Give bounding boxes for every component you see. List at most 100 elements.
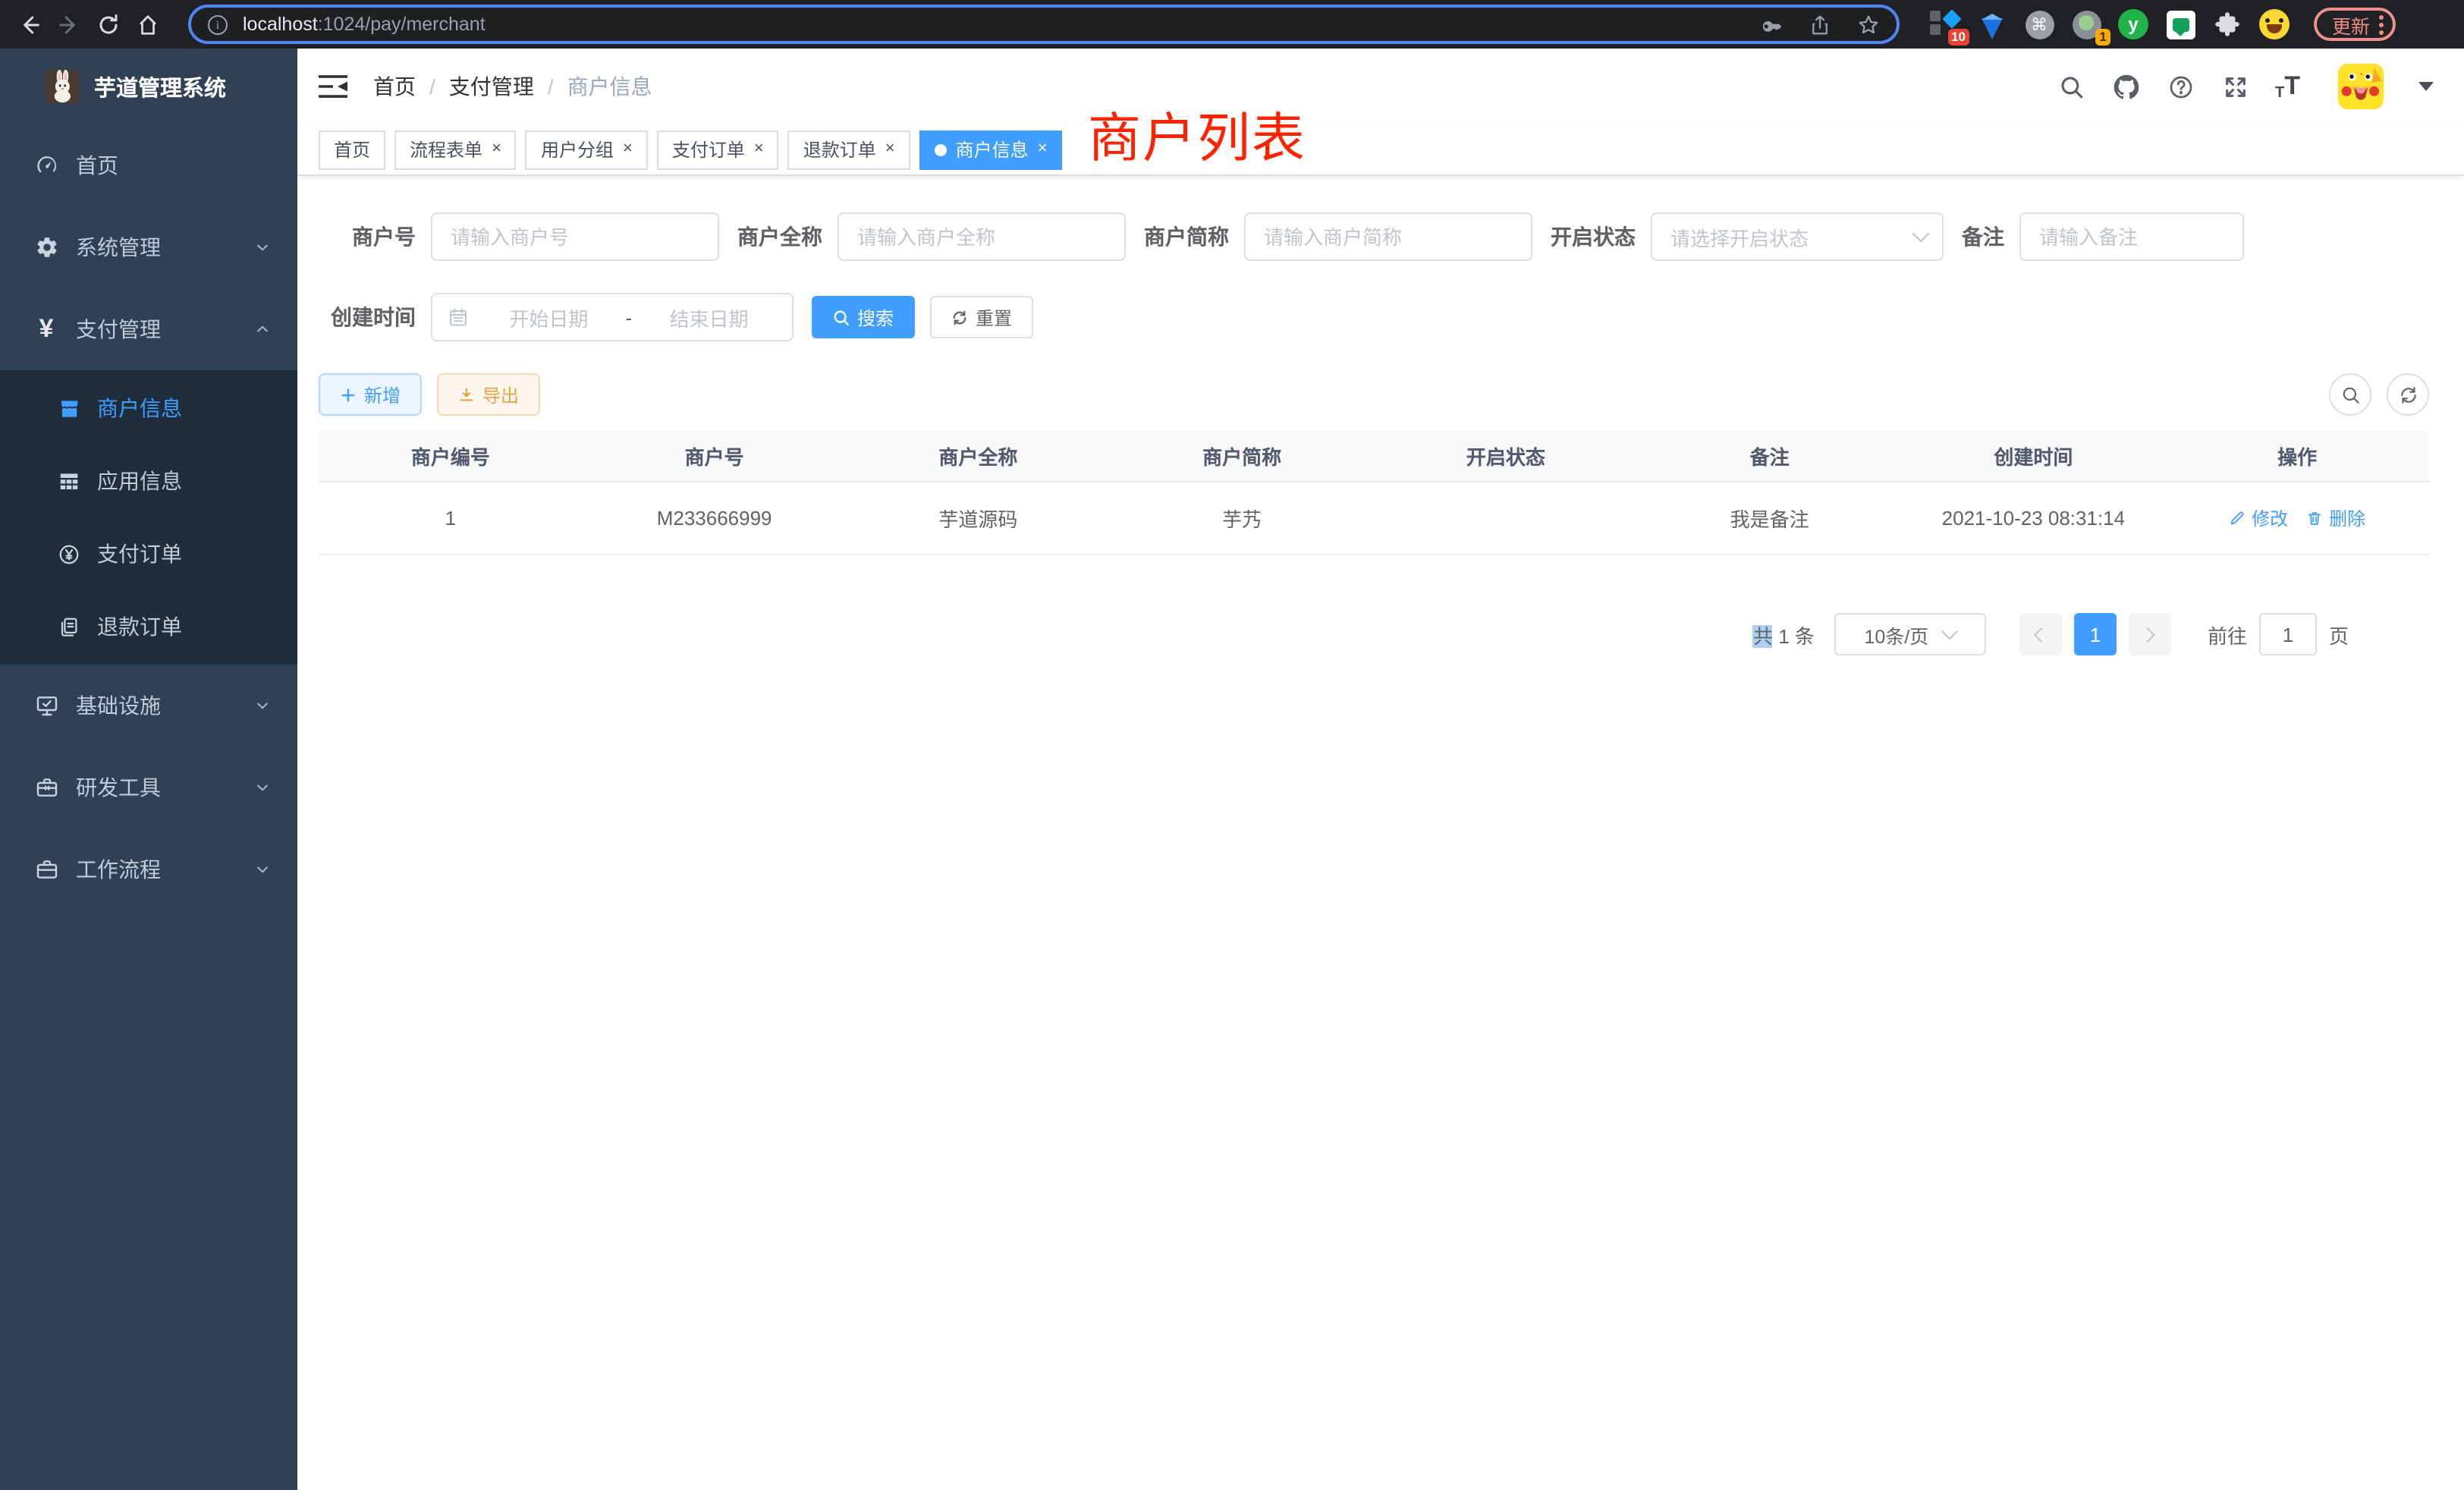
edit-button[interactable]: 修改 — [2229, 505, 2288, 531]
home-icon[interactable] — [130, 8, 164, 41]
page-content: 商户号 商户全称 商户简称 开启状态 请选择开启状态 备注 创 — [297, 176, 2464, 655]
start-date-placeholder[interactable]: 开始日期 — [481, 303, 617, 332]
tab-merchant-info[interactable]: 商户信息 — [919, 130, 1063, 169]
chevron-right-icon — [2141, 627, 2156, 642]
extensions-puzzle-icon[interactable] — [2212, 9, 2242, 39]
help-icon[interactable] — [2166, 72, 2195, 101]
url-text: localhost:1024/pay/merchant — [243, 14, 486, 35]
app-title: 芋道管理系统 — [94, 71, 226, 102]
sidebar-item-pay[interactable]: 支付管理 — [0, 288, 297, 370]
sidebar-item-home[interactable]: 首页 — [0, 124, 297, 206]
browser-menu-icon[interactable] — [2379, 14, 2384, 34]
tab-pay-order[interactable]: 支付订单 — [657, 130, 779, 169]
tab-refund-order[interactable]: 退款订单 — [788, 130, 910, 169]
fullscreen-icon[interactable] — [2220, 72, 2249, 101]
forward-icon[interactable] — [52, 8, 85, 41]
sidebar: 芋道管理系统 首页 系统管理 支 — [0, 49, 297, 1490]
cell-short-name: 芋艿 — [1110, 504, 1374, 533]
delete-button[interactable]: 删除 — [2306, 505, 2365, 531]
status-select[interactable]: 请选择开启状态 — [1651, 212, 1944, 261]
filter-row-1: 商户号 商户全称 商户简称 开启状态 请选择开启状态 备注 — [319, 212, 2429, 261]
close-icon[interactable] — [492, 141, 501, 158]
chevron-down-icon — [1941, 623, 1959, 640]
end-date-placeholder[interactable]: 结束日期 — [641, 303, 777, 332]
export-button[interactable]: 导出 — [437, 373, 540, 416]
dashboard-icon — [33, 152, 59, 178]
sidebar-fold-icon[interactable] — [319, 74, 347, 99]
extension-6-icon[interactable] — [2165, 9, 2195, 39]
github-icon[interactable] — [2111, 72, 2140, 101]
goto-page-input[interactable] — [2259, 613, 2317, 655]
tags-view-bar: 首页 流程表单 用户分组 支付订单 退款订单 商户信息 — [297, 124, 2464, 176]
remark-input[interactable] — [2019, 212, 2244, 261]
extension-4-icon[interactable]: 1 — [2071, 9, 2101, 39]
page-number-1[interactable]: 1 — [2074, 613, 2117, 655]
close-icon[interactable] — [754, 141, 764, 158]
chevron-up-icon — [255, 322, 270, 337]
site-info-icon[interactable] — [208, 14, 228, 34]
bookmark-star-icon[interactable] — [1857, 13, 1880, 36]
back-icon[interactable] — [12, 8, 46, 41]
sidebar-item-label: 应用信息 — [97, 466, 182, 496]
main-area: 商户列表 首页 / 支付管理 / 商户信息 — [297, 49, 2464, 1490]
chevron-left-icon — [2035, 627, 2050, 642]
sidebar-item-workflow[interactable]: 工作流程 — [0, 828, 297, 910]
user-menu-caret-icon[interactable] — [2418, 82, 2434, 91]
tab-user-group[interactable]: 用户分组 — [526, 130, 648, 169]
profile-avatar-icon[interactable] — [2259, 9, 2290, 39]
col-create-time: 创建时间 — [1902, 442, 2166, 470]
saved-password-key-icon[interactable] — [1760, 13, 1783, 36]
chevron-down-icon — [255, 862, 270, 877]
sidebar-item-dev-tools[interactable]: 研发工具 — [0, 747, 297, 828]
breadcrumb-pay[interactable]: 支付管理 — [449, 71, 534, 102]
url-path: :1024/pay/merchant — [318, 14, 486, 35]
font-size-icon[interactable] — [2275, 71, 2300, 102]
prev-page-button[interactable] — [2019, 613, 2062, 655]
status-label: 开启状态 — [1551, 222, 1636, 252]
short-name-input[interactable] — [1244, 212, 1532, 261]
reload-icon[interactable] — [91, 8, 124, 41]
sidebar-item-refund-order[interactable]: 退款订单 — [0, 590, 297, 663]
col-actions: 操作 — [2165, 442, 2429, 470]
extension-2-icon[interactable] — [1977, 9, 2007, 39]
page-size-select[interactable]: 10条/页 — [1834, 613, 1986, 655]
create-time-range-picker[interactable]: 开始日期 - 结束日期 — [431, 293, 794, 341]
merchant-no-input[interactable] — [431, 212, 719, 261]
refresh-icon[interactable] — [2387, 373, 2429, 416]
close-icon[interactable] — [1038, 141, 1048, 158]
app-logo[interactable]: 芋道管理系统 — [0, 49, 297, 124]
extension-3-icon[interactable]: ⌘ — [2024, 9, 2054, 39]
sidebar-menu: 首页 系统管理 支付管理 — [0, 124, 297, 910]
tab-process-form[interactable]: 流程表单 — [394, 130, 517, 169]
monitor-icon — [33, 693, 59, 718]
show-search-toggle-icon[interactable] — [2329, 373, 2371, 416]
sidebar-item-infrastructure[interactable]: 基础设施 — [0, 665, 297, 747]
share-icon[interactable] — [1809, 13, 1831, 36]
sidebar-item-merchant-info[interactable]: 商户信息 — [0, 372, 297, 445]
close-icon[interactable] — [885, 141, 895, 158]
user-avatar[interactable] — [2338, 64, 2384, 109]
breadcrumb-home[interactable]: 首页 — [373, 71, 416, 102]
sidebar-item-system[interactable]: 系统管理 — [0, 206, 297, 288]
extension-5-icon[interactable]: y — [2118, 9, 2148, 39]
sidebar-item-pay-order[interactable]: 支付订单 — [0, 517, 297, 590]
full-name-input[interactable] — [838, 212, 1126, 261]
sidebar-item-label: 支付管理 — [76, 314, 161, 344]
add-button[interactable]: 新增 — [319, 373, 422, 416]
reset-button[interactable]: 重置 — [930, 296, 1033, 338]
pagination: 共 1 条 10条/页 1 前往 页 — [319, 613, 2429, 655]
toolbox-icon — [33, 775, 59, 800]
search-icon[interactable] — [2057, 72, 2085, 101]
close-icon[interactable] — [623, 141, 633, 158]
sidebar-item-app-info[interactable]: 应用信息 — [0, 445, 297, 517]
browser-update-button[interactable]: 更新 — [2314, 8, 2396, 41]
chevron-down-icon — [255, 780, 270, 795]
extension-1-icon[interactable]: 10 — [1930, 9, 1960, 39]
address-bar[interactable]: localhost:1024/pay/merchant — [188, 5, 1900, 44]
breadcrumb-current: 商户信息 — [567, 71, 652, 102]
next-page-button[interactable] — [2129, 613, 2171, 655]
cell-full-name: 芋道源码 — [847, 504, 1111, 533]
tab-home[interactable]: 首页 — [319, 130, 385, 169]
search-button[interactable]: 搜索 — [812, 296, 915, 338]
cell-merchant-id: 1 — [319, 507, 583, 530]
